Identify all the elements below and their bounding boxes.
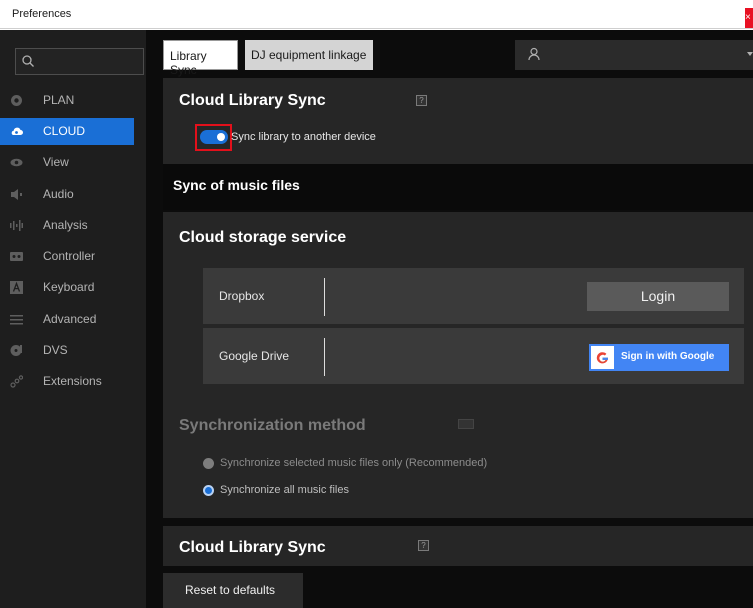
sidebar-item-keyboard[interactable]: Keyboard	[0, 274, 134, 301]
sidebar-item-label: View	[43, 155, 69, 169]
sync-library-label: Sync library to another device	[231, 131, 376, 143]
cloud-storage-heading: Cloud storage service	[179, 229, 347, 246]
dropbox-row: Dropbox Login	[203, 268, 744, 324]
sidebar-item-extensions[interactable]: Extensions	[0, 368, 134, 395]
google-drive-row: Google Drive Sign in with Google	[203, 328, 744, 384]
cloud-library-sync-panel: Cloud Library Sync ?	[163, 78, 753, 164]
main-content: Library Sync DJ equipment linkage Cloud …	[160, 30, 753, 608]
sidebar-item-audio[interactable]: Audio	[0, 181, 134, 208]
preferences-window: PLAN CLOUD View Audio Analysis Controlle…	[0, 30, 753, 608]
sidebar-item-label: Keyboard	[43, 280, 95, 294]
controller-icon	[10, 252, 23, 261]
plan-icon	[11, 95, 22, 106]
sidebar-item-label: Extensions	[43, 374, 102, 388]
dvs-icon	[10, 345, 22, 356]
sidebar-item-label: Audio	[43, 187, 74, 201]
help-icon[interactable]: ?	[416, 95, 427, 106]
close-button[interactable]: ×	[745, 8, 753, 28]
music-files-sync-heading: Sync of music files	[173, 177, 300, 193]
google-sign-in-label: Sign in with Google	[621, 351, 715, 362]
google-sign-in-button[interactable]: Sign in with Google	[589, 344, 729, 371]
sidebar-item-label: PLAN	[43, 93, 75, 107]
radio-button[interactable]	[203, 485, 214, 496]
dropbox-login-button[interactable]: Login	[587, 282, 729, 311]
help-icon	[458, 419, 474, 429]
sidebar-item-label: CLOUD	[43, 124, 86, 138]
help-icon[interactable]: ?	[418, 540, 429, 551]
sync-library-toggle[interactable]	[200, 130, 228, 144]
music-files-sync-section: Sync of music files	[163, 164, 753, 210]
cloud-library-sync-panel-2: Cloud Library Sync ?	[163, 526, 753, 566]
waveform-icon	[10, 220, 23, 231]
cloud-icon	[11, 127, 23, 135]
title-bar: Preferences ×	[0, 0, 753, 29]
sidebar-item-cloud[interactable]: CLOUD	[0, 118, 134, 145]
sync-method-heading: Synchronization method	[179, 417, 366, 434]
window-title: Preferences	[12, 8, 72, 20]
user-icon	[528, 47, 540, 61]
tab-library-sync[interactable]: Library Sync	[163, 40, 238, 77]
extensions-icon	[10, 375, 23, 388]
sidebar-item-label: Advanced	[43, 312, 97, 326]
toggle-knob	[217, 133, 225, 141]
search-icon	[22, 55, 34, 67]
radio-label: Synchronize selected music files only (R…	[220, 457, 488, 469]
sidebar: PLAN CLOUD View Audio Analysis Controlle…	[0, 30, 146, 608]
radio-label: Synchronize all music files	[220, 484, 349, 496]
dropbox-label: Dropbox	[219, 289, 265, 303]
sidebar-item-dvs[interactable]: DVS	[0, 337, 134, 364]
google-logo-icon	[591, 346, 614, 369]
reset-to-defaults-button[interactable]: Reset to defaults	[163, 573, 303, 608]
divider	[324, 278, 325, 316]
speaker-icon	[11, 189, 22, 200]
tab-dj-equipment-linkage[interactable]: DJ equipment linkage	[245, 40, 373, 70]
sidebar-item-label: Controller	[43, 249, 96, 263]
chevron-down-icon	[747, 52, 753, 56]
radio-button[interactable]	[203, 458, 214, 469]
cloud-storage-panel: Cloud storage service Dropbox Login Goog…	[163, 212, 753, 518]
cloud-library-sync-heading: Cloud Library Sync	[179, 92, 326, 109]
keyboard-icon	[10, 281, 23, 294]
google-drive-label: Google Drive	[219, 349, 290, 363]
sidebar-item-analysis[interactable]: Analysis	[0, 212, 134, 239]
sidebar-item-controller[interactable]: Controller	[0, 243, 134, 270]
search-input[interactable]	[38, 52, 138, 71]
sidebar-item-advanced[interactable]: Advanced	[0, 306, 134, 333]
cloud-library-sync-heading: Cloud Library Sync	[179, 539, 326, 556]
tab-bar: Library Sync DJ equipment linkage	[160, 37, 753, 77]
sidebar-item-label: DVS	[43, 343, 68, 357]
search-box[interactable]	[15, 48, 144, 75]
sidebar-item-plan[interactable]: PLAN	[0, 87, 134, 114]
divider	[324, 338, 325, 376]
eye-icon	[10, 158, 23, 167]
menu-icon	[10, 315, 23, 325]
sidebar-item-label: Analysis	[43, 218, 88, 232]
user-account-selector[interactable]	[515, 40, 753, 70]
sidebar-item-view[interactable]: View	[0, 149, 134, 176]
